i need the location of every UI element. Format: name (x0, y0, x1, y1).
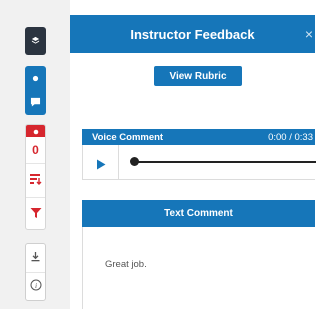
svg-text:i: i (34, 281, 36, 290)
voice-comment-time: 0:00 / 0:33 (268, 131, 313, 143)
grade-indicator (26, 125, 45, 137)
sort-icon (29, 172, 42, 190)
text-comment-label: Text Comment (164, 208, 233, 219)
comment-icon (30, 94, 41, 112)
comments-button[interactable] (25, 66, 46, 115)
download-button[interactable] (26, 244, 45, 273)
info-button[interactable]: i (26, 273, 45, 301)
voice-comment-label: Voice Comment (92, 131, 164, 143)
panel-header: Instructor Feedback × (70, 15, 315, 53)
info-icon: i (30, 278, 42, 296)
player-divider (118, 145, 119, 179)
audio-player (82, 145, 316, 180)
text-comment-body: Great job. (82, 227, 315, 309)
dot-icon (32, 69, 39, 87)
filter-icon (30, 206, 42, 224)
layers-button[interactable] (25, 27, 46, 55)
voice-comment-header: Voice Comment 0:00 / 0:33 (82, 129, 315, 145)
play-icon[interactable] (96, 157, 106, 175)
audio-progress-track[interactable] (135, 161, 316, 163)
download-icon (30, 249, 41, 267)
utility-toolbar-group: i (25, 243, 46, 301)
feedback-panel: Instructor Feedback × View Rubric Voice … (70, 0, 316, 309)
sort-button[interactable] (26, 164, 45, 198)
panel-title: Instructor Feedback (130, 26, 255, 42)
grade-toolbar-group: 0 (25, 124, 46, 230)
left-toolbar: 0 i (0, 0, 71, 309)
view-rubric-button[interactable]: View Rubric (154, 66, 242, 86)
filter-button[interactable] (26, 198, 45, 229)
grade-icon (33, 125, 39, 140)
layers-icon (31, 32, 40, 50)
audio-progress-knob[interactable] (130, 157, 139, 166)
comment-text: Great job. (105, 259, 147, 270)
grade-count: 0 (26, 137, 45, 164)
close-icon[interactable]: × (305, 26, 313, 42)
text-comment-header: Text Comment (82, 200, 315, 227)
